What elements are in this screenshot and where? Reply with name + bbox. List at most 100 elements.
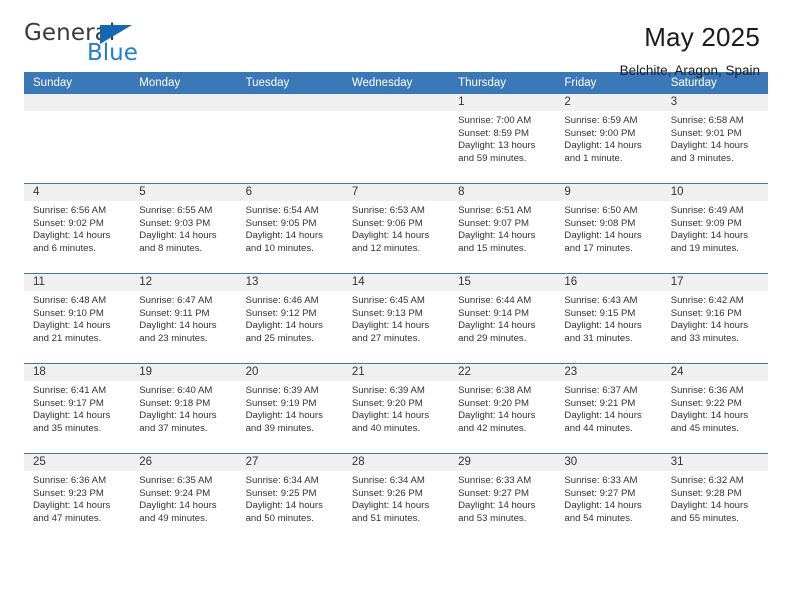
day-details: Sunrise: 6:58 AM Sunset: 9:01 PM Daylight:… (662, 111, 768, 165)
calendar-day-cell[interactable]: 23 Sunrise: 6:37 AM Sunset: 9:21 PM Dayligh… (555, 363, 662, 454)
calendar-day-cell[interactable]: 17 Sunrise: 6:42 AM Sunset: 9:16 PM Dayligh… (661, 273, 768, 364)
calendar-day-cell[interactable]: 14 Sunrise: 6:45 AM Sunset: 9:13 PM Dayligh… (342, 273, 450, 364)
weekday-header-sunday: Sunday (24, 72, 131, 94)
day-number: 3 (661, 94, 768, 111)
calendar-day-cell[interactable]: 20 Sunrise: 6:39 AM Sunset: 9:19 PM Dayligh… (236, 363, 343, 454)
calendar-body: 1 Sunrise: 7:00 AM Sunset: 8:59 PM Daylight… (24, 94, 768, 543)
calendar-day-cell[interactable]: 9 Sunrise: 6:50 AM Sunset: 9:08 PM Daylight… (555, 183, 662, 274)
calendar-day-cell[interactable]: 11 Sunrise: 6:48 AM Sunset: 9:10 PM Dayligh… (24, 273, 131, 364)
calendar-day-cell-empty (342, 94, 450, 184)
day-number: 20 (236, 364, 343, 381)
sunset-text: Sunset: 9:08 PM (564, 217, 636, 229)
calendar-day-cell[interactable]: 8 Sunrise: 6:51 AM Sunset: 9:07 PM Daylight… (449, 183, 556, 274)
day-number: 21 (342, 364, 450, 381)
sunrise-text: Sunrise: 6:59 AM (564, 115, 638, 126)
sunrise-text: Sunrise: 6:55 AM (139, 205, 213, 216)
day-details: Sunrise: 6:41 AM Sunset: 9:17 PM Daylight:… (24, 381, 130, 435)
calendar-day-cell[interactable]: 27 Sunrise: 6:34 AM Sunset: 9:25 PM Dayligh… (236, 453, 343, 543)
sunset-text: Sunset: 9:00 PM (564, 127, 636, 139)
calendar-day-cell[interactable]: 2 Sunrise: 6:59 AM Sunset: 9:00 PM Daylight… (555, 94, 662, 184)
day-number: 24 (661, 364, 768, 381)
calendar-day-cell[interactable]: 31 Sunrise: 6:32 AM Sunset: 9:28 PM Dayligh… (661, 453, 768, 543)
calendar-day-cell[interactable]: 15 Sunrise: 6:44 AM Sunset: 9:14 PM Dayligh… (449, 273, 556, 364)
daylight-text: Daylight: 14 hours and 27 minutes. (351, 320, 430, 344)
sunrise-text: Sunrise: 6:33 AM (564, 475, 638, 486)
sunset-text: Sunset: 9:19 PM (245, 397, 317, 409)
calendar-day-cell[interactable]: 22 Sunrise: 6:38 AM Sunset: 9:20 PM Dayligh… (449, 363, 556, 454)
calendar-day-cell[interactable]: 10 Sunrise: 6:49 AM Sunset: 9:09 PM Dayligh… (661, 183, 768, 274)
calendar-day-cell[interactable]: 26 Sunrise: 6:35 AM Sunset: 9:24 PM Dayligh… (130, 453, 237, 543)
day-details: Sunrise: 6:35 AM Sunset: 9:24 PM Daylight:… (130, 471, 236, 525)
sunset-text: Sunset: 9:25 PM (245, 487, 317, 499)
sunset-text: Sunset: 9:11 PM (139, 307, 210, 319)
day-details: Sunrise: 6:37 AM Sunset: 9:21 PM Daylight:… (555, 381, 661, 435)
calendar-day-cell[interactable]: 1 Sunrise: 7:00 AM Sunset: 8:59 PM Daylight… (449, 94, 556, 184)
day-details: Sunrise: 6:39 AM Sunset: 9:19 PM Daylight:… (237, 381, 343, 435)
sunset-text: Sunset: 9:20 PM (458, 397, 530, 409)
calendar-day-cell[interactable]: 24 Sunrise: 6:36 AM Sunset: 9:22 PM Dayligh… (661, 363, 768, 454)
sunset-text: Sunset: 9:09 PM (670, 217, 742, 229)
day-number: 30 (555, 454, 662, 471)
sunrise-text: Sunrise: 6:34 AM (245, 475, 319, 486)
calendar-day-cell[interactable]: 7 Sunrise: 6:53 AM Sunset: 9:06 PM Daylight… (342, 183, 450, 274)
sunrise-text: Sunrise: 6:40 AM (139, 385, 213, 396)
daylight-text: Daylight: 14 hours and 51 minutes. (351, 500, 430, 524)
sunset-text: Sunset: 8:59 PM (458, 127, 530, 139)
sunset-text: Sunset: 9:23 PM (33, 487, 104, 499)
calendar-day-cell[interactable]: 16 Sunrise: 6:43 AM Sunset: 9:15 PM Dayligh… (555, 273, 662, 364)
sunset-text: Sunset: 9:20 PM (351, 397, 423, 409)
day-number: 7 (342, 184, 450, 201)
calendar-day-cell[interactable]: 25 Sunrise: 6:36 AM Sunset: 9:23 PM Dayligh… (24, 453, 131, 543)
day-number: 10 (661, 184, 768, 201)
sunset-text: Sunset: 9:05 PM (245, 217, 317, 229)
calendar-day-cell[interactable]: 28 Sunrise: 6:34 AM Sunset: 9:26 PM Dayligh… (342, 453, 450, 543)
calendar-day-cell[interactable]: 19 Sunrise: 6:40 AM Sunset: 9:18 PM Dayligh… (130, 363, 237, 454)
sunrise-text: Sunrise: 6:39 AM (351, 385, 425, 396)
calendar-day-cell[interactable]: 12 Sunrise: 6:47 AM Sunset: 9:11 PM Dayligh… (130, 273, 237, 364)
day-number (342, 94, 450, 111)
day-number: 1 (449, 94, 556, 111)
daylight-text: Daylight: 14 hours and 44 minutes. (564, 410, 642, 434)
daylight-text: Daylight: 14 hours and 47 minutes. (33, 500, 111, 524)
daylight-text: Daylight: 14 hours and 33 minutes. (670, 320, 749, 344)
day-number: 27 (236, 454, 343, 471)
daylight-text: Daylight: 14 hours and 8 minutes. (139, 230, 217, 254)
day-number: 29 (449, 454, 556, 471)
day-number: 9 (555, 184, 662, 201)
day-details: Sunrise: 6:38 AM Sunset: 9:20 PM Daylight:… (449, 381, 555, 435)
sunrise-text: Sunrise: 6:43 AM (564, 295, 638, 306)
calendar-day-cell[interactable]: 30 Sunrise: 6:33 AM Sunset: 9:27 PM Dayligh… (555, 453, 662, 543)
day-details: Sunrise: 6:54 AM Sunset: 9:05 PM Daylight:… (237, 201, 343, 255)
calendar-day-cell[interactable]: 21 Sunrise: 6:39 AM Sunset: 9:20 PM Dayligh… (342, 363, 450, 454)
calendar-day-cell[interactable]: 6 Sunrise: 6:54 AM Sunset: 9:05 PM Daylight… (236, 183, 343, 274)
day-number: 23 (555, 364, 662, 381)
daylight-text: Daylight: 14 hours and 50 minutes. (245, 500, 323, 524)
day-details: Sunrise: 6:42 AM Sunset: 9:16 PM Daylight:… (662, 291, 768, 345)
calendar-day-cell[interactable]: 29 Sunrise: 6:33 AM Sunset: 9:27 PM Dayligh… (449, 453, 556, 543)
sunset-text: Sunset: 9:02 PM (33, 217, 104, 229)
sunrise-text: Sunrise: 6:32 AM (670, 475, 744, 486)
weekday-header-monday: Monday (130, 72, 237, 94)
day-number: 18 (24, 364, 131, 381)
daylight-text: Daylight: 14 hours and 21 minutes. (33, 320, 111, 344)
calendar-day-cell[interactable]: 3 Sunrise: 6:58 AM Sunset: 9:01 PM Daylight… (661, 94, 768, 184)
calendar-day-cell[interactable]: 4 Sunrise: 6:56 AM Sunset: 9:02 PM Daylight… (24, 183, 131, 274)
day-number: 5 (130, 184, 237, 201)
sunrise-text: Sunrise: 6:41 AM (33, 385, 107, 396)
day-number: 13 (236, 274, 343, 291)
day-details: Sunrise: 6:55 AM Sunset: 9:03 PM Daylight:… (130, 201, 236, 255)
day-number: 2 (555, 94, 662, 111)
daylight-text: Daylight: 14 hours and 31 minutes. (564, 320, 642, 344)
daylight-text: Daylight: 14 hours and 23 minutes. (139, 320, 217, 344)
sunset-text: Sunset: 9:07 PM (458, 217, 530, 229)
calendar-week-row: 11 Sunrise: 6:48 AM Sunset: 9:10 PM Dayligh… (24, 273, 768, 364)
sunrise-text: Sunrise: 6:36 AM (33, 475, 107, 486)
sunset-text: Sunset: 9:17 PM (33, 397, 104, 409)
sunrise-text: Sunrise: 6:53 AM (351, 205, 425, 216)
general-blue-logo[interactable]: General Blue (24, 22, 194, 70)
daylight-text: Daylight: 14 hours and 3 minutes. (670, 140, 749, 164)
calendar-day-cell[interactable]: 5 Sunrise: 6:55 AM Sunset: 9:03 PM Daylight… (130, 183, 237, 274)
day-details: Sunrise: 6:59 AM Sunset: 9:00 PM Daylight:… (555, 111, 661, 165)
calendar-day-cell[interactable]: 18 Sunrise: 6:41 AM Sunset: 9:17 PM Dayligh… (24, 363, 131, 454)
calendar-day-cell[interactable]: 13 Sunrise: 6:46 AM Sunset: 9:12 PM Dayligh… (236, 273, 343, 364)
